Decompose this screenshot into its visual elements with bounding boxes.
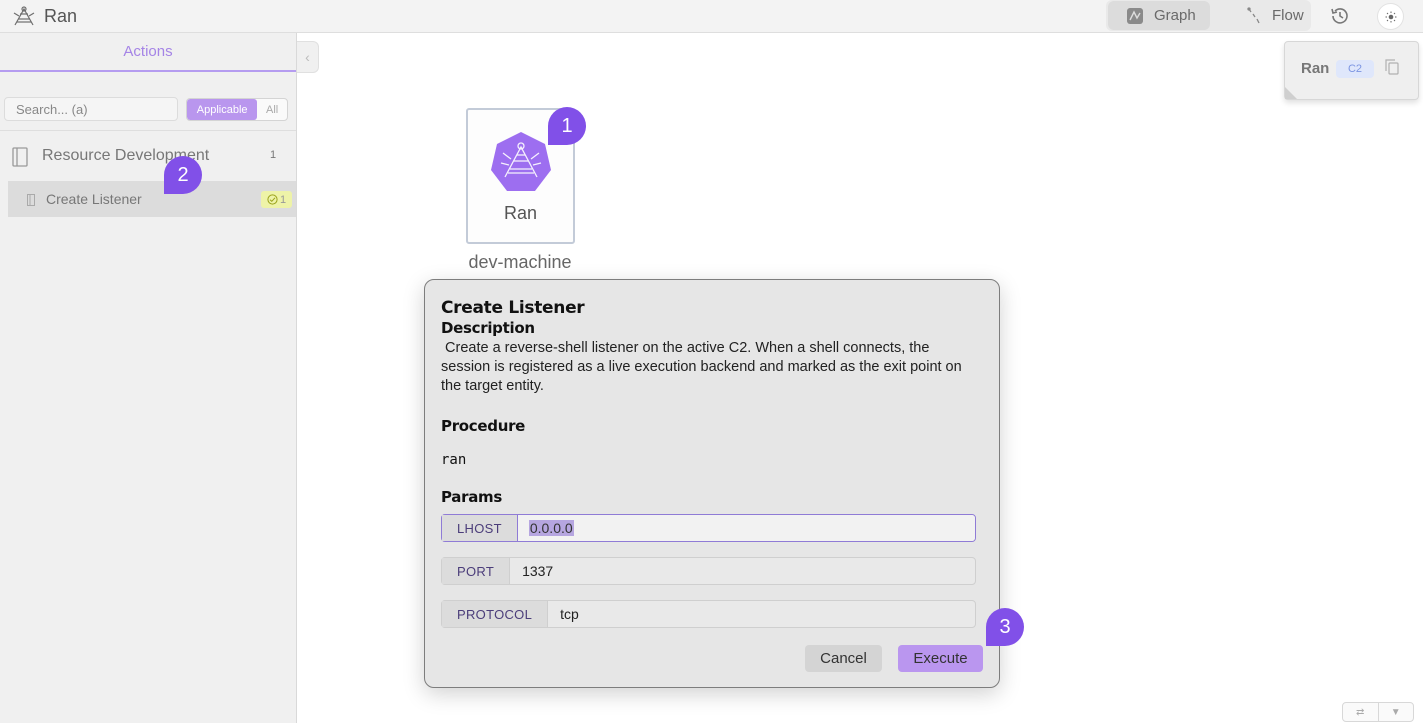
- theme-toggle-button[interactable]: [1377, 3, 1404, 30]
- sun-icon: [1385, 11, 1396, 22]
- execute-button[interactable]: Execute: [898, 645, 983, 672]
- resize-corner: [1285, 87, 1297, 99]
- filter-all-button[interactable]: All: [257, 99, 287, 120]
- selected-value: 0.0.0.0: [528, 520, 574, 536]
- action-label: Create Listener: [46, 191, 142, 207]
- port-input[interactable]: [510, 558, 975, 584]
- procedure-heading: Procedure: [441, 417, 526, 435]
- applicable-badge: 1: [261, 191, 292, 208]
- app-title: Ran: [44, 6, 78, 26]
- filter-applicable-button[interactable]: Applicable: [187, 99, 258, 120]
- sidebar-collapse-button[interactable]: ‹: [297, 41, 319, 73]
- filter-icon[interactable]: ▼: [1379, 703, 1414, 721]
- description-text: Create a reverse-shell listener on the a…: [441, 340, 966, 394]
- group-resource-development[interactable]: Resource Development 1: [0, 130, 296, 181]
- applicable-count: 1: [279, 193, 287, 206]
- layout-toggle-icon[interactable]: ⇄: [1343, 703, 1379, 721]
- app-logo-icon: [12, 5, 36, 27]
- history-icon[interactable]: [1329, 5, 1351, 27]
- filter-toggle: Applicable All: [186, 98, 288, 121]
- graph-icon: [1127, 7, 1143, 24]
- step-marker-2: 2: [164, 156, 202, 194]
- create-listener-dialog: Create Listener Description Create a rev…: [424, 279, 1000, 688]
- view-switcher: Graph Flow: [1106, 0, 1311, 31]
- cancel-button[interactable]: Cancel: [805, 645, 882, 672]
- node-label: Ran: [503, 203, 538, 223]
- param-protocol: PROTOCOL: [441, 600, 976, 628]
- c2-tag-badge: C2: [1336, 60, 1374, 78]
- lhost-input[interactable]: 0.0.0.0: [517, 515, 975, 541]
- param-key: PORT: [442, 558, 511, 584]
- param-port: PORT: [441, 557, 976, 585]
- chevron-left-icon: ‹: [305, 49, 310, 65]
- ran-node-icon: [491, 132, 551, 191]
- c2-name: Ran: [1301, 60, 1330, 77]
- description-heading: Description: [441, 319, 535, 337]
- check-circle-icon: [267, 194, 278, 205]
- param-lhost: LHOST 0.0.0.0: [441, 514, 976, 542]
- c2-context-card: Ran C2: [1284, 41, 1419, 100]
- actions-sidebar: Actions Applicable All Resource Developm…: [0, 33, 297, 723]
- procedure-value: ran: [441, 452, 467, 468]
- canvas-controls: ⇄ ▼: [1342, 702, 1414, 722]
- top-bar: Ran Graph Flow: [0, 0, 1423, 33]
- file-icon: [27, 193, 35, 206]
- params-heading: Params: [441, 488, 502, 506]
- book-icon: [12, 147, 28, 167]
- group-count: 1: [270, 149, 277, 161]
- sidebar-header[interactable]: Actions: [0, 33, 296, 72]
- tab-flow-label: Flow: [1272, 7, 1304, 24]
- node-caption: dev-machine: [468, 252, 572, 272]
- param-key: PROTOCOL: [442, 601, 549, 627]
- param-key: LHOST: [442, 515, 518, 541]
- step-marker-3: 3: [986, 608, 1024, 646]
- dialog-title: Create Listener: [441, 298, 585, 318]
- action-item-create-listener[interactable]: Create Listener 1: [8, 181, 296, 217]
- copy-icon[interactable]: [1385, 59, 1399, 80]
- protocol-input[interactable]: [548, 601, 975, 627]
- tab-flow[interactable]: Flow: [1228, 1, 1310, 30]
- tab-graph[interactable]: Graph: [1108, 1, 1210, 30]
- step-marker-1: 1: [548, 107, 586, 145]
- tab-graph-label: Graph: [1154, 7, 1196, 24]
- flow-icon: [1247, 6, 1260, 23]
- search-input[interactable]: [4, 97, 178, 121]
